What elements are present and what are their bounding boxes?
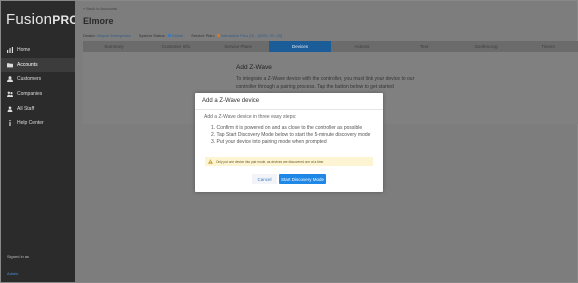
tab-summary[interactable]: Summary [83, 41, 145, 52]
tab-timers[interactable]: Timers [517, 41, 578, 52]
sidebar-item-label: Accounts [17, 61, 38, 68]
warning-icon [208, 159, 213, 164]
service-plan: Service Plan: Interactive Plus (3) - [000… [191, 33, 282, 38]
warning-text: Only put one device into pair mode, as d… [216, 159, 325, 164]
breadcrumb[interactable]: « Back to Accounts [83, 6, 117, 11]
account-tabs: Summary Customer Info Service Plans Devi… [83, 41, 578, 52]
tab-devices[interactable]: Devices [269, 41, 331, 52]
sidebar-nav: Home Accounts Customers Companies All St… [1, 43, 75, 131]
sidebar-item-accounts[interactable]: Accounts [1, 57, 75, 72]
sidebar-item-label: Companies [17, 91, 43, 98]
plan-label: Service Plan: [191, 33, 215, 38]
warning-alert: Only put one device into pair mode, as d… [205, 157, 373, 166]
modal-title: Add a Z-Wave device [195, 93, 383, 110]
status-dot-icon [167, 34, 171, 37]
person-icon [7, 76, 13, 83]
add-zwave-description: To integrate a Z-Wave device with the co… [236, 76, 415, 90]
list-item: 1. Confirm it is powered on and as close… [211, 125, 363, 131]
status-value: Online [171, 33, 184, 38]
staff-icon [7, 106, 13, 112]
sidebar-item-label: Home [17, 47, 31, 53]
system-status: System Status: Online [139, 33, 183, 38]
info-icon [7, 120, 13, 127]
sidebar: FusionPRO Home Accounts Customers Compan… [1, 1, 79, 282]
list-item: 3. Put your device into pairing mode whe… [211, 139, 327, 145]
steps-list: 1. Confirm it is powered on and as close… [211, 125, 370, 146]
list-item: 2. Tap Start Discovery Mode below to sta… [211, 132, 371, 138]
app-logo[interactable]: FusionPRO [6, 11, 79, 28]
tab-geofencing[interactable]: Geofencing [455, 41, 517, 52]
start-discovery-mode-button[interactable]: Start Discovery Mode [279, 174, 326, 184]
dealer-link[interactable]: Wayne Enterprises [97, 33, 131, 38]
tab-actions[interactable]: Actions [331, 41, 393, 52]
add-zwave-heading: Add Z-Wave [236, 64, 272, 71]
sidebar-item-home[interactable]: Home [1, 43, 75, 57]
sidebar-item-label: Help Center [17, 120, 44, 127]
plan-dot-icon [216, 34, 220, 37]
tab-customer-info[interactable]: Customer Info [145, 41, 207, 52]
sidebar-item-help-center[interactable]: Help Center [1, 116, 75, 130]
sidebar-item-companies[interactable]: Companies [1, 87, 75, 101]
signed-in-label: Signed in as [7, 254, 30, 259]
sidebar-item-label: Customers [17, 76, 42, 83]
signed-in-user-link[interactable]: Admin [7, 271, 18, 276]
dealer-info: Dealer: Wayne Enterprises [83, 33, 131, 38]
sidebar-item-label: All Staff [17, 105, 35, 112]
tab-text[interactable]: Text [393, 41, 455, 52]
logo-text: Fusion [6, 11, 53, 28]
sidebar-item-customers[interactable]: Customers [1, 72, 75, 86]
cancel-button[interactable]: Cancel [252, 174, 277, 184]
tab-service-plans[interactable]: Service Plans [207, 41, 269, 52]
status-label: System Status: [138, 33, 166, 38]
modal-intro: Add a Z-Wave device in three easy steps: [204, 114, 297, 120]
sidebar-item-all-staff[interactable]: All Staff [1, 102, 75, 116]
companies-icon [7, 91, 13, 98]
folder-icon [7, 62, 13, 68]
page-title: Elmore [83, 16, 114, 26]
dealer-label: Dealer: [83, 33, 96, 38]
add-zwave-modal: Add a Z-Wave device Add a Z-Wave device … [195, 93, 383, 192]
plan-value[interactable]: Interactive Plus (3) - [0000, 00, 00] [221, 33, 282, 38]
account-meta: Dealer: Wayne Enterprises System Status:… [83, 33, 282, 38]
bar-chart-icon [7, 47, 13, 53]
